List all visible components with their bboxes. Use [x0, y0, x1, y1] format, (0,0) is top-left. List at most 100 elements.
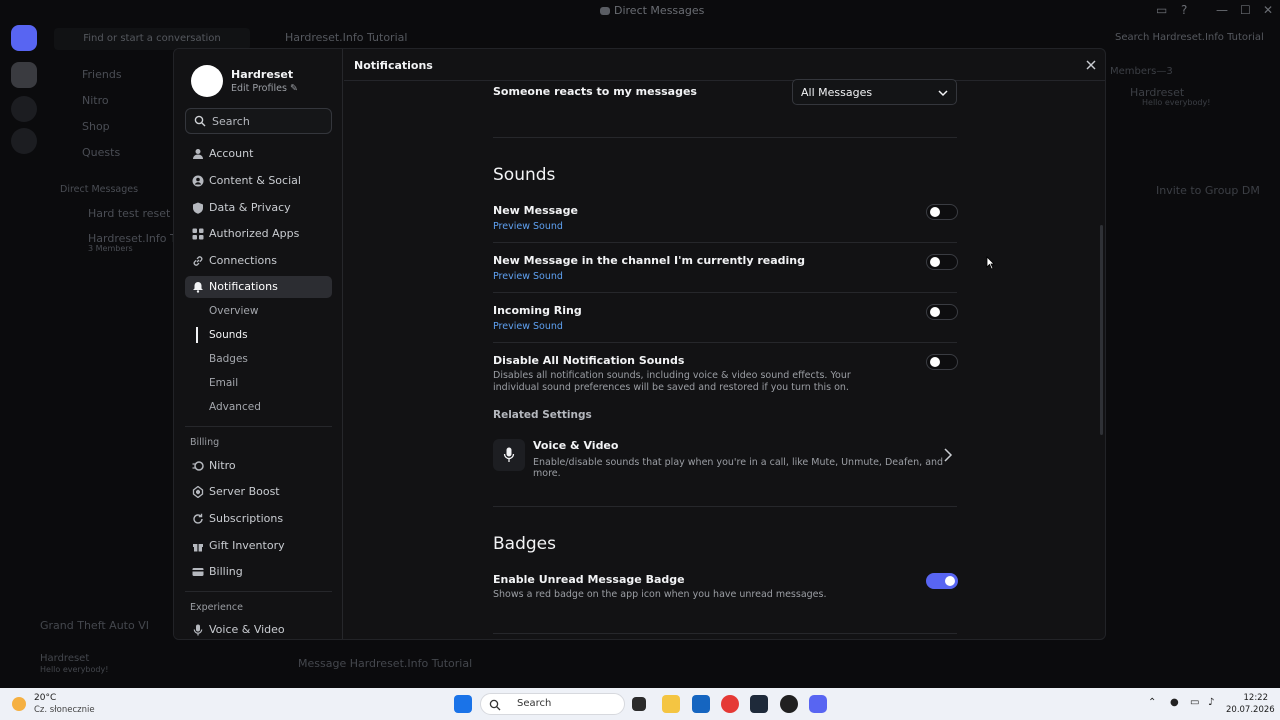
invite-to-group-button[interactable]: Invite to Group DM	[1156, 184, 1280, 197]
edit-profiles-link[interactable]: Edit Profiles ✎	[231, 83, 298, 94]
dm-item-friends[interactable]: Friends	[82, 68, 122, 81]
microphone-tray-icon[interactable]: ●	[1170, 697, 1179, 708]
explore-icon[interactable]	[11, 128, 37, 154]
subnav-advanced[interactable]: Advanced	[209, 401, 261, 413]
bell-icon	[193, 282, 203, 293]
page-title: Notifications	[354, 59, 433, 72]
weather-condition: Cz. słonecznie	[34, 705, 95, 715]
task-view-icon[interactable]	[632, 697, 646, 711]
divider	[493, 292, 957, 293]
maximize-button[interactable]: ☐	[1240, 3, 1251, 17]
steam-icon[interactable]	[750, 695, 768, 713]
server-icon[interactable]	[11, 62, 37, 88]
discord-taskbar-icon[interactable]	[809, 695, 827, 713]
user-status: Hello everybody!	[40, 665, 109, 674]
taskbar-search[interactable]: Search	[480, 693, 625, 715]
billing-heading: Billing	[190, 437, 220, 448]
sidebar-item-notifications[interactable]: Notifications	[185, 276, 332, 298]
experience-heading: Experience	[190, 602, 243, 613]
preview-sound-link[interactable]: Preview Sound	[493, 271, 563, 282]
subnav-email[interactable]: Email	[209, 377, 238, 389]
sidebar-item-voice-video[interactable]: Voice & Video	[185, 619, 332, 639]
search-icon	[489, 699, 501, 711]
search-icon	[194, 115, 206, 127]
pencil-icon: ✎	[289, 83, 298, 94]
game-activity: Grand Theft Auto VI	[40, 619, 149, 632]
subnav-overview[interactable]: Overview	[209, 305, 258, 317]
dm-item-quests[interactable]: Quests	[82, 146, 120, 159]
settings-header: Notifications	[344, 49, 1105, 81]
chevron-up-icon[interactable]: ⌃	[1148, 697, 1156, 708]
unread-badge-label: Enable Unread Message Badge	[493, 573, 685, 586]
card-icon	[192, 568, 204, 576]
avatar[interactable]	[191, 65, 223, 97]
related-voice-video[interactable]: Voice & Video Enable/disable sounds that…	[493, 437, 957, 479]
new-message-label: New Message	[493, 204, 578, 217]
channel-search[interactable]: Search Hardreset.Info Tutorial	[1115, 32, 1264, 43]
people-icon	[192, 175, 204, 187]
disable-all-sounds-label: Disable All Notification Sounds	[493, 354, 685, 367]
sidebar-item-nitro[interactable]: Nitro	[185, 455, 332, 477]
settings-modal: Hardreset Edit Profiles ✎ Search Account…	[173, 48, 1106, 640]
clock[interactable]: 12:22 20.07.2026	[1226, 692, 1275, 716]
sidebar-item-billing[interactable]: Billing	[185, 561, 332, 583]
preview-sound-link[interactable]: Preview Sound	[493, 221, 563, 232]
inbox-icon[interactable]: ▭	[1156, 3, 1167, 17]
store-icon[interactable]	[692, 695, 710, 713]
toggle-knob	[930, 257, 940, 267]
gift-icon	[193, 544, 203, 552]
volume-icon[interactable]: ♪	[1208, 697, 1214, 708]
related-desc: Enable/disable sounds that play when you…	[533, 457, 944, 479]
app-icon[interactable]	[780, 695, 798, 713]
refresh-icon	[193, 513, 203, 524]
preview-sound-link[interactable]: Preview Sound	[493, 321, 563, 332]
dm-header: Direct Messages	[60, 184, 139, 195]
dm-item-nitro[interactable]: Nitro	[82, 94, 109, 107]
disable-all-sounds-toggle[interactable]	[926, 354, 958, 370]
subnav-active-indicator	[196, 327, 198, 343]
minimize-button[interactable]: —	[1216, 3, 1228, 17]
sidebar-item-authorized-apps[interactable]: Authorized Apps	[185, 223, 332, 245]
new-message-channel-toggle[interactable]	[926, 254, 958, 270]
close-icon[interactable]	[1084, 58, 1098, 72]
find-conversation-input[interactable]: Find or start a conversation	[54, 28, 250, 50]
add-server-icon[interactable]	[11, 96, 37, 122]
close-window-button[interactable]: ✕	[1263, 3, 1273, 17]
scrollbar[interactable]	[1100, 225, 1103, 435]
display-icon[interactable]: ▭	[1190, 697, 1199, 708]
sidebar-item-subscriptions[interactable]: Subscriptions	[185, 508, 332, 530]
members-header: Members—3	[1110, 66, 1173, 77]
sidebar-item-server-boost[interactable]: Server Boost	[185, 481, 332, 503]
sidebar-item-gift-inventory[interactable]: Gift Inventory	[185, 535, 332, 557]
microphone-icon	[193, 624, 203, 636]
subnav-sounds[interactable]: Sounds	[209, 329, 248, 341]
divider	[493, 137, 957, 138]
new-message-channel-label: New Message in the channel I'm currently…	[493, 254, 805, 267]
subnav-badges[interactable]: Badges	[209, 353, 248, 365]
new-message-toggle[interactable]	[926, 204, 958, 220]
dm-item-shop[interactable]: Shop	[82, 120, 110, 133]
apps-icon	[192, 228, 204, 240]
nav-divider	[185, 591, 332, 592]
sidebar-item-account[interactable]: Account	[185, 143, 332, 165]
reacts-select[interactable]: All Messages	[792, 79, 957, 105]
toggle-knob	[945, 576, 955, 586]
incoming-ring-toggle[interactable]	[926, 304, 958, 320]
sidebar-item-content-social[interactable]: Content & Social	[185, 170, 332, 192]
unread-badge-toggle[interactable]	[926, 573, 958, 589]
dm-list-sub: 3 Members	[88, 244, 133, 253]
settings-search-input[interactable]: Search	[185, 108, 332, 134]
divider	[493, 342, 957, 343]
help-icon[interactable]: ?	[1181, 3, 1187, 17]
sidebar-item-data-privacy[interactable]: Data & Privacy	[185, 197, 332, 219]
start-icon[interactable]	[454, 695, 472, 713]
sidebar-item-connections[interactable]: Connections	[185, 250, 332, 272]
discord-home-icon[interactable]	[11, 25, 37, 51]
toggle-knob	[930, 357, 940, 367]
dm-list-item[interactable]: Hard test reset	[88, 207, 170, 220]
chrome-icon[interactable]	[721, 695, 739, 713]
message-input[interactable]: Message Hardreset.Info Tutorial	[298, 657, 472, 670]
file-explorer-icon[interactable]	[662, 695, 680, 713]
settings-content: Notifications Someone reacts to my messa…	[344, 49, 1105, 639]
related-title: Voice & Video	[533, 439, 619, 452]
